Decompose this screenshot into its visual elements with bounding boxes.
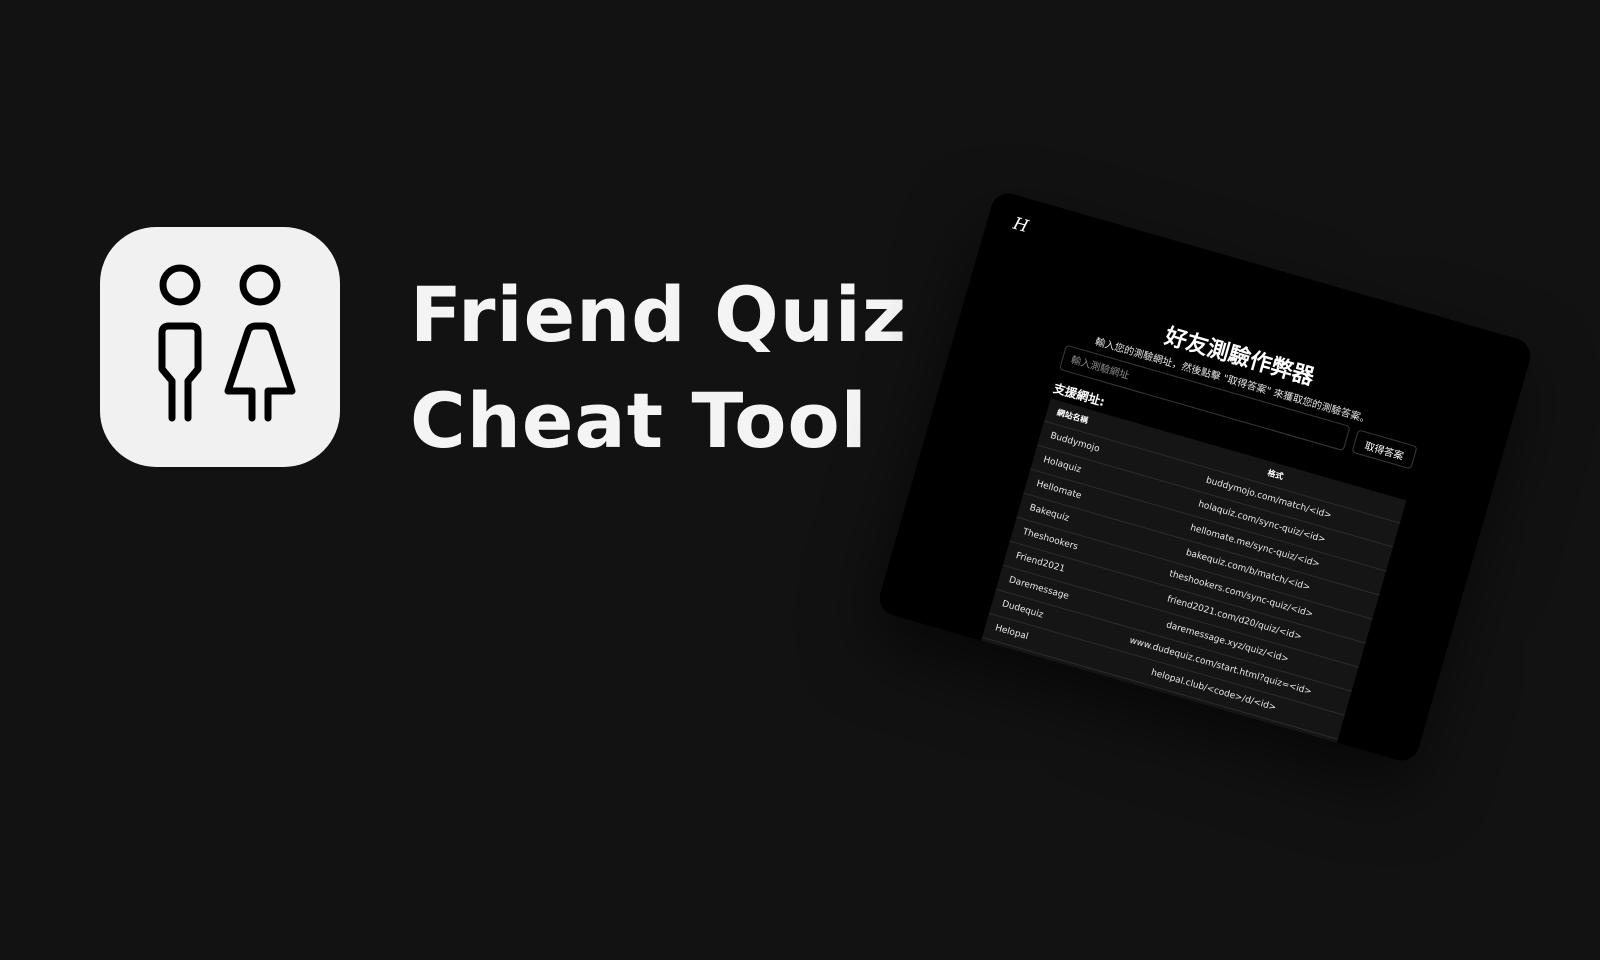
app-preview: H 好友測驗作弊器 輸入您的測驗網址，然後點擊 "取得答案" 來獲取您的測驗答案… — [875, 189, 1535, 765]
hero-title: Friend Quiz Cheat Tool — [410, 262, 907, 474]
hero-title-line-1: Friend Quiz — [410, 270, 908, 359]
supported-sites-table: 網站名稱 格式 Buddymojo buddymojo.com/match/<i… — [975, 398, 1407, 764]
app-icon — [100, 227, 340, 467]
app-preview-card: H 好友測驗作弊器 輸入您的測驗網址，然後點擊 "取得答案" 來獲取您的測驗答案… — [875, 189, 1535, 765]
hero-title-line-2: Cheat Tool — [410, 376, 868, 465]
site-logo[interactable]: H — [1011, 214, 1031, 237]
two-people-icon — [158, 264, 296, 422]
